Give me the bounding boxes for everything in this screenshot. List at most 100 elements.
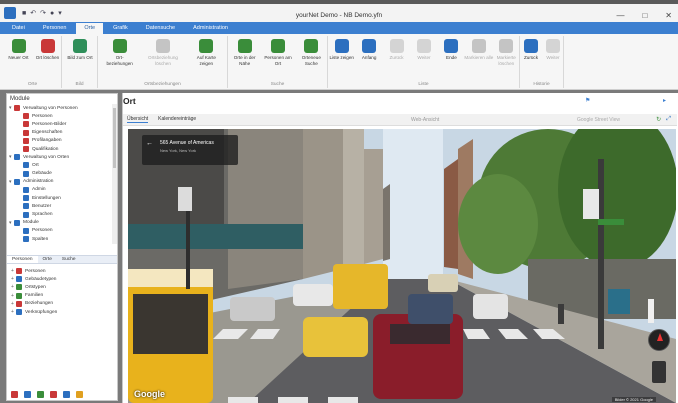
node-icon [23, 129, 29, 136]
ribbon-button-3-2[interactable]: Orteneue Suche [296, 39, 326, 66]
street-view-panorama[interactable]: ← 565 Avenue of Americas New York, New Y… [128, 129, 676, 403]
star-icon[interactable] [76, 391, 83, 398]
tree-node-label: Personen-Bilder [32, 121, 67, 127]
list-item-icon [16, 276, 22, 283]
ribbon-button-4-4[interactable]: Ende [436, 39, 466, 61]
tree-node-label: Sprachen [32, 212, 53, 218]
close-button[interactable]: ✕ [665, 11, 672, 20]
tree-node[interactable]: Profilangaben [9, 137, 113, 145]
external-link-icon[interactable]: ⤢ [666, 116, 671, 123]
tree-node-label: Benutzer [32, 203, 52, 209]
person-icon[interactable] [11, 391, 18, 398]
list-item[interactable]: + Ortstypen [11, 283, 57, 291]
tree-node[interactable]: Sprachen [9, 210, 113, 218]
tree-node[interactable]: ▾ Administration [9, 178, 113, 186]
node-icon [23, 113, 29, 120]
list-item[interactable]: + Familien [11, 292, 57, 300]
ribbon-button-4-0[interactable]: Liste zeigen [327, 39, 357, 61]
list-item[interactable]: + Gebäudetypen [11, 275, 57, 283]
tree-node[interactable]: Gebäude [9, 170, 113, 178]
ribbon-group-label: Bild [75, 82, 84, 87]
subtab-1[interactable]: Kalendereinträge [158, 116, 196, 123]
ribbon-button-1-0[interactable]: Bild zum Ort [65, 39, 95, 61]
tree-scrollbar[interactable] [112, 104, 117, 244]
panel-title: Module [10, 96, 30, 102]
new-place-icon [11, 39, 26, 53]
list-item[interactable]: + Verknüpfungen [11, 308, 57, 316]
ribbon-button-5-1[interactable]: Weiter [538, 39, 568, 61]
settings-icon[interactable] [63, 391, 70, 398]
tree-node[interactable]: Eigenschaften [9, 129, 113, 137]
tree-node[interactable]: ▾ Verwaltung von Orten [9, 153, 113, 161]
tree-node[interactable]: ▾ Module [9, 219, 113, 227]
tree-node[interactable]: Spalten [9, 235, 113, 243]
delete-place-icon [40, 39, 55, 53]
tree-node[interactable]: Personen [9, 227, 113, 235]
tree-node-label: Eigenschaften [32, 130, 63, 136]
ribbon-group-label: Ortsbeziehungen [144, 82, 181, 87]
tree-node[interactable]: ▾ Verwaltung von Personen [9, 104, 113, 112]
module-tree: ▾ Verwaltung von Personen Personen Personen… [9, 104, 113, 243]
ribbon-tab-4[interactable]: Datensuche [138, 23, 183, 34]
panel-tab-2[interactable]: Suche [57, 256, 81, 263]
place-title: 565 Avenue of Americas [160, 140, 214, 146]
tree-node[interactable]: Qualifikation [9, 145, 113, 153]
ribbon-button-4-3[interactable]: Weiter [409, 39, 439, 61]
pin-icon[interactable]: ⚑ [585, 97, 590, 104]
ribbon-tab-3[interactable]: Grafik [105, 23, 136, 34]
ribbon-button-3-0[interactable]: Orte in der Nähe [230, 39, 260, 66]
pegman-icon[interactable] [652, 361, 666, 383]
arrow-left-icon[interactable]: ← [146, 140, 153, 147]
ribbon-button-2-1[interactable]: Ortsbeziehung löschen [148, 39, 178, 66]
subtab-0[interactable]: Übersicht [127, 116, 149, 123]
tree-node[interactable]: Personen-Bilder [9, 120, 113, 128]
refresh-icon[interactable]: ↻ [656, 116, 661, 123]
window-title: yourNet Demo - NB Demo.yfn [295, 12, 383, 19]
maximize-button[interactable]: □ [642, 11, 647, 20]
minimize-button[interactable]: — [616, 11, 624, 20]
ribbon-tab-5[interactable]: Administration [185, 23, 236, 34]
ribbon-button-2-0[interactable]: Ort-beziehungen [105, 39, 135, 66]
ribbon-button-3-1[interactable]: Personen am Ort [263, 39, 293, 66]
search-icon[interactable] [50, 391, 57, 398]
list-item[interactable]: + Beziehungen [11, 300, 57, 308]
tree-node[interactable]: Einstellungen [9, 194, 113, 202]
relations-icon [112, 39, 127, 53]
tree-node[interactable]: Benutzer [9, 202, 113, 210]
list-item-icon [16, 300, 22, 307]
ribbon-tab-1[interactable]: Personen [35, 23, 75, 34]
people-icon [271, 39, 285, 53]
ribbon-tab-0[interactable]: Datei [4, 23, 33, 34]
tree-node-label: Administration [23, 179, 54, 185]
ribbon-tab-2[interactable]: Orte [76, 23, 104, 34]
tree-node-label: Admin [32, 187, 46, 193]
ribbon-group-5: Zurück Weiter Historie [520, 36, 564, 88]
image-icon[interactable] [37, 391, 44, 398]
place-icon[interactable] [24, 391, 31, 398]
tree-node[interactable]: Ort [9, 161, 113, 169]
list-item-icon [16, 309, 22, 316]
place-info-card[interactable]: ← 565 Avenue of Americas New York, New Y… [142, 135, 238, 165]
module-panel: Module ▾ Verwaltung von Personen Personen P… [6, 93, 118, 401]
scrollbar-thumb[interactable] [113, 108, 116, 168]
ribbon-group-4: Liste zeigen Anfang Zurück Weiter Ende Markie… [328, 36, 520, 88]
panel-tab-0[interactable]: Personen [7, 256, 38, 263]
ribbon-button-4-2[interactable]: Zurück [382, 39, 412, 61]
panel-tab-1[interactable]: Orte [38, 256, 57, 263]
ribbon-button-2-2[interactable]: Auf Karte zeigen [191, 39, 221, 66]
ribbon-button-0-0[interactable]: Neuer Ort [4, 39, 34, 61]
image-credit[interactable]: Bilder © 2021 Google [611, 397, 656, 402]
tree-node[interactable]: Admin [9, 186, 113, 194]
compass-icon[interactable] [648, 329, 670, 351]
close-icon[interactable]: ▸ [663, 97, 666, 104]
tree-node-label: Einstellungen [32, 195, 61, 201]
ribbon-button-0-1[interactable]: Ort löschen [33, 39, 63, 61]
place-subtitle: New York, New York [160, 148, 197, 153]
search-icon [304, 39, 319, 53]
ribbon-button-4-5[interactable]: Markieren alle [464, 39, 494, 61]
list-item[interactable]: + Personen [11, 267, 57, 275]
google-logo: Google [134, 389, 165, 399]
mark-delete-icon [499, 39, 514, 53]
tree-node[interactable]: Personen [9, 112, 113, 120]
ribbon-button-4-1[interactable]: Anfang [354, 39, 384, 61]
